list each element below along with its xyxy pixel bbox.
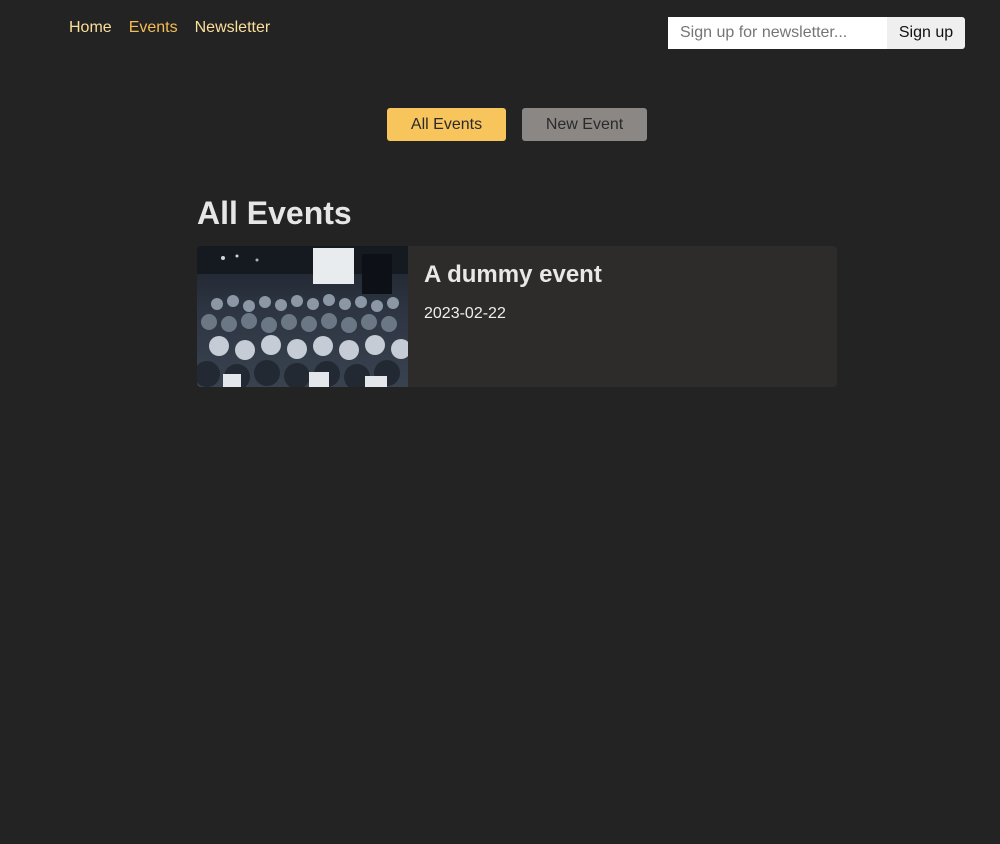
nav-link-newsletter[interactable]: Newsletter bbox=[195, 18, 271, 38]
nav-link-home[interactable]: Home bbox=[69, 18, 112, 38]
event-content: A dummy event 2023-02-22 bbox=[408, 246, 618, 387]
event-actions: All Events New Event bbox=[387, 108, 647, 141]
event-image bbox=[197, 246, 408, 387]
nav-link-events[interactable]: Events bbox=[129, 18, 178, 38]
event-card[interactable]: A dummy event 2023-02-22 bbox=[197, 246, 837, 387]
newsletter-email-input[interactable] bbox=[668, 17, 887, 49]
main-nav: Home Events Newsletter bbox=[69, 18, 270, 38]
page: Home Events Newsletter Sign up All Event… bbox=[0, 0, 1000, 844]
newsletter-form: Sign up bbox=[668, 17, 965, 49]
events-heading: All Events bbox=[197, 195, 352, 231]
event-date: 2023-02-22 bbox=[424, 305, 506, 322]
event-title: A dummy event bbox=[424, 261, 602, 288]
newsletter-signup-button[interactable]: Sign up bbox=[887, 17, 965, 49]
new-event-button[interactable]: New Event bbox=[522, 108, 647, 141]
all-events-button[interactable]: All Events bbox=[387, 108, 506, 141]
